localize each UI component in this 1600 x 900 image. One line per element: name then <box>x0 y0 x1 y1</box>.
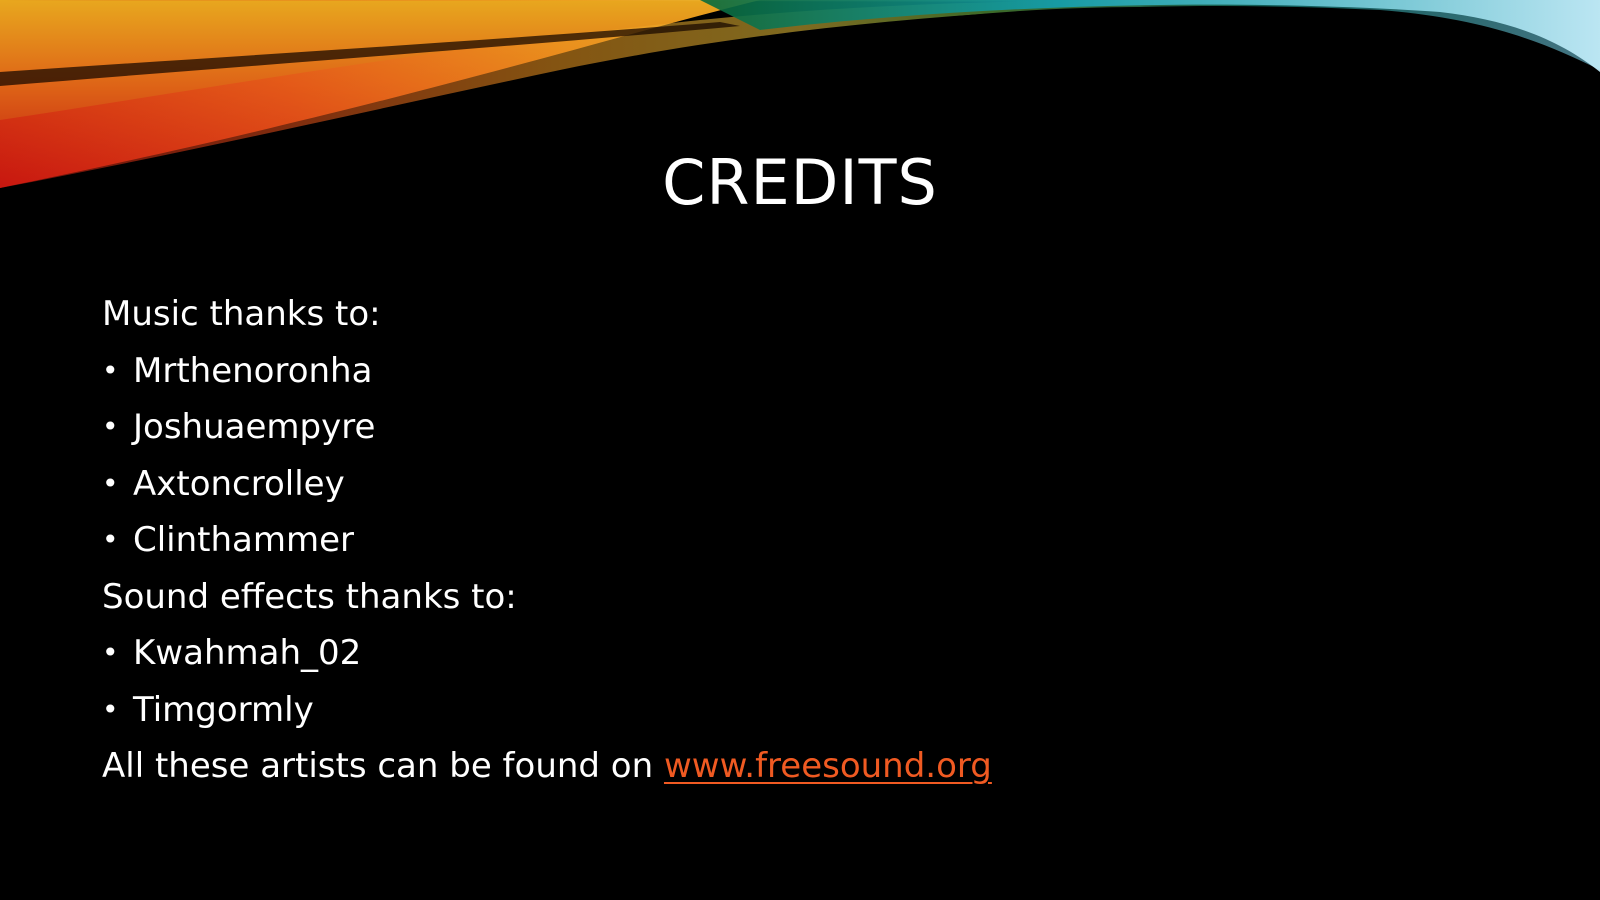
slide: CREDITS Music thanks to: • Mrthenoronha … <box>0 0 1600 900</box>
bullet-icon: • <box>102 636 119 669</box>
artist-name: Timgormly <box>133 689 314 730</box>
music-heading: Music thanks to: <box>102 294 381 334</box>
footer-text: All these artists can be found on <box>102 746 664 786</box>
artist-name: Mrthenoronha <box>133 350 373 391</box>
bullet-icon: • <box>102 410 119 443</box>
bullet-icon: • <box>102 692 119 726</box>
artist-name: Kwahmah_02 <box>133 633 362 673</box>
list-item: • Axtoncrolley <box>102 456 1502 513</box>
list-item: • Mrthenoronha <box>102 343 1502 400</box>
artist-name: Joshuaempyre <box>133 407 376 447</box>
list-item: • Clinthammer <box>102 512 1502 569</box>
bullet-icon: • <box>102 353 119 387</box>
list-item: • Timgormly <box>102 682 1502 739</box>
artist-name: Clinthammer <box>133 520 355 560</box>
credits-body: Music thanks to: • Mrthenoronha • Joshua… <box>102 286 1502 795</box>
footer-line: All these artists can be found on www.fr… <box>102 738 1502 795</box>
list-item: • Kwahmah_02 <box>102 625 1502 682</box>
bullet-icon: • <box>102 466 119 500</box>
sfx-heading: Sound effects thanks to: <box>102 576 517 617</box>
list-item: • Joshuaempyre <box>102 399 1502 456</box>
bullet-icon: • <box>102 523 119 556</box>
freesound-link[interactable]: www.freesound.org <box>664 746 992 786</box>
slide-title: CREDITS <box>662 146 938 219</box>
artist-name: Axtoncrolley <box>133 463 345 504</box>
